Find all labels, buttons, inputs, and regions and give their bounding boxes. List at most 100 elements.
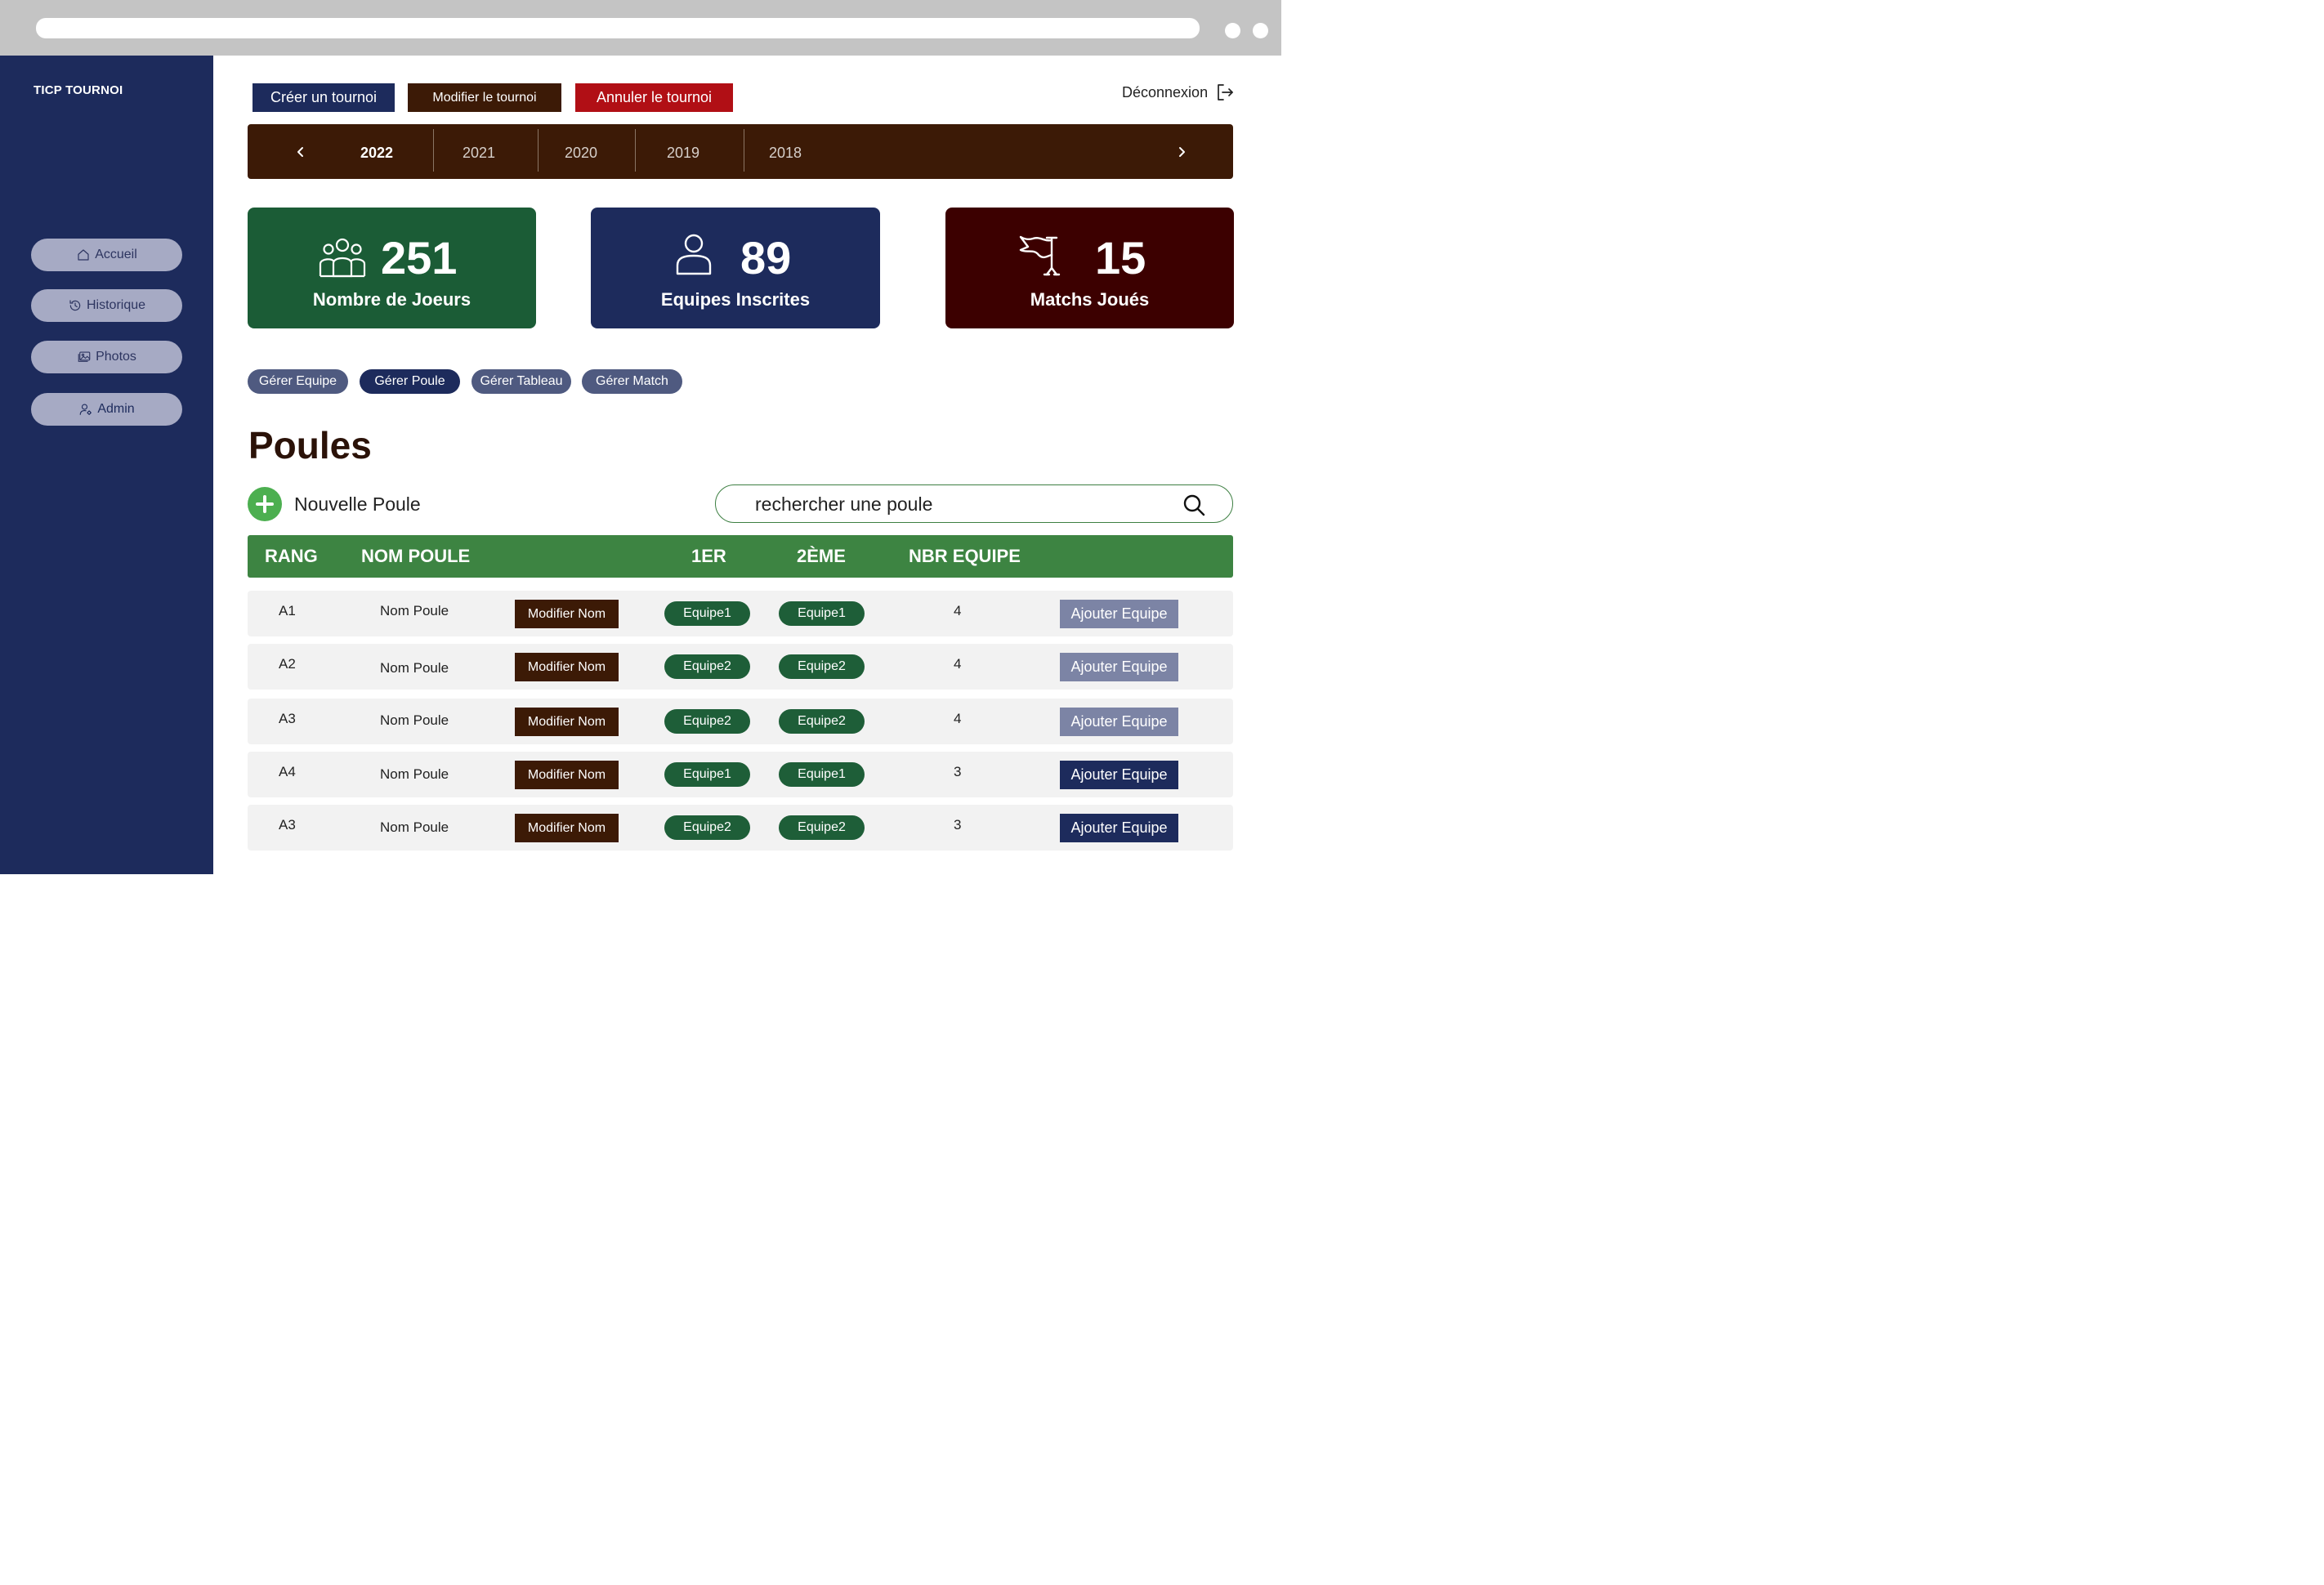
- plus-icon: [248, 487, 282, 521]
- second-team-badge[interactable]: Equipe2: [779, 815, 865, 840]
- first-team-badge[interactable]: Equipe1: [664, 762, 750, 787]
- search-box: [715, 484, 1233, 523]
- column-header-first: 1ER: [691, 546, 726, 566]
- window-dot: [1253, 23, 1268, 38]
- table-row: A4 Nom Poule Modifier Nom Equipe1 Equipe…: [248, 752, 1233, 797]
- cell-name: Nom Poule: [380, 766, 449, 782]
- cell-name: Nom Poule: [380, 660, 449, 676]
- modify-name-button[interactable]: Modifier Nom: [515, 761, 619, 789]
- year-tab-2022[interactable]: 2022: [360, 145, 393, 162]
- stat-card-matches: 15 Matchs Joués: [945, 208, 1234, 328]
- cell-rank: A4: [279, 764, 296, 779]
- logout-button[interactable]: Déconnexion: [1122, 82, 1235, 103]
- first-team-badge[interactable]: Equipe2: [664, 654, 750, 679]
- photos-icon: [78, 351, 91, 362]
- modify-name-button[interactable]: Modifier Nom: [515, 653, 619, 681]
- page-title: Poules: [248, 424, 372, 467]
- logout-icon: [1218, 84, 1233, 100]
- column-header-second: 2ÈME: [797, 546, 846, 566]
- cell-rank: A2: [279, 656, 296, 672]
- chevron-left-icon[interactable]: [293, 144, 309, 160]
- second-team-badge[interactable]: Equipe1: [779, 601, 865, 626]
- edit-tournament-button[interactable]: Modifier le tournoi: [408, 83, 561, 112]
- cell-rank: A1: [279, 603, 296, 618]
- tab-gerer-match[interactable]: Gérer Match: [582, 369, 682, 394]
- cell-team-count: 4: [954, 711, 962, 726]
- year-tab-2020[interactable]: 2020: [565, 145, 597, 162]
- second-team-badge[interactable]: Equipe2: [779, 709, 865, 734]
- sidebar-item-admin[interactable]: Admin: [31, 393, 182, 426]
- window-dot: [1225, 23, 1240, 38]
- stat-card-teams: 89 Equipes Inscrites: [591, 208, 880, 328]
- modify-name-button[interactable]: Modifier Nom: [515, 600, 619, 628]
- sidebar-item-photos[interactable]: Photos: [31, 341, 182, 373]
- sidebar: TICP TOURNOI Accueil Historique Photos A…: [0, 56, 213, 874]
- new-poule-button[interactable]: Nouvelle Poule: [248, 487, 421, 521]
- add-team-button[interactable]: Ajouter Equipe: [1060, 761, 1178, 789]
- logout-label: Déconnexion: [1122, 83, 1209, 100]
- divider: [538, 129, 539, 172]
- cell-name: Nom Poule: [380, 603, 449, 618]
- year-tab-2021[interactable]: 2021: [463, 145, 495, 162]
- cell-team-count: 4: [954, 656, 962, 672]
- table-header: RANG NOM POULE 1ER 2ÈME NBR EQUIPE: [248, 535, 1233, 578]
- first-team-badge[interactable]: Equipe2: [664, 815, 750, 840]
- sidebar-item-historique[interactable]: Historique: [31, 289, 182, 322]
- search-input[interactable]: [755, 492, 1164, 516]
- search-icon[interactable]: [1182, 493, 1205, 516]
- matches-label: Matchs Joués: [1030, 289, 1150, 310]
- modify-name-button[interactable]: Modifier Nom: [515, 708, 619, 736]
- table-row: A2 Nom Poule Modifier Nom Equipe2 Equipe…: [248, 644, 1233, 690]
- first-team-badge[interactable]: Equipe1: [664, 601, 750, 626]
- table-row: A1 Nom Poule Modifier Nom Equipe1 Equipe…: [248, 591, 1233, 636]
- tab-gerer-equipe[interactable]: Gérer Equipe: [248, 369, 348, 394]
- year-tab-2018[interactable]: 2018: [769, 145, 802, 162]
- cell-team-count: 3: [954, 764, 962, 779]
- year-tab-2019[interactable]: 2019: [667, 145, 699, 162]
- year-selector: 2022 2021 2020 2019 2018: [248, 124, 1233, 179]
- stat-card-players: 251 Nombre de Joeurs: [248, 208, 536, 328]
- tab-gerer-poule[interactable]: Gérer Poule: [360, 369, 460, 394]
- sidebar-item-label: Accueil: [95, 248, 137, 261]
- admin-icon: [80, 404, 92, 415]
- matches-count: 15: [1095, 232, 1146, 284]
- cell-team-count: 4: [954, 603, 962, 618]
- cell-name: Nom Poule: [380, 819, 449, 835]
- first-team-badge[interactable]: Equipe2: [664, 709, 750, 734]
- table-row: A3 Nom Poule Modifier Nom Equipe2 Equipe…: [248, 805, 1233, 851]
- teams-label: Equipes Inscrites: [660, 289, 811, 310]
- address-bar[interactable]: [36, 18, 1200, 38]
- history-icon: [69, 300, 81, 311]
- browser-chrome: [0, 0, 1281, 56]
- cell-team-count: 3: [954, 817, 962, 833]
- column-header-name: NOM POULE: [361, 546, 471, 566]
- add-team-button[interactable]: Ajouter Equipe: [1060, 600, 1178, 628]
- second-team-badge[interactable]: Equipe2: [779, 654, 865, 679]
- tab-gerer-tableau[interactable]: Gérer Tableau: [472, 369, 571, 394]
- sidebar-item-label: Historique: [86, 298, 146, 312]
- new-poule-label: Nouvelle Poule: [294, 493, 421, 515]
- column-header-rank: RANG: [265, 546, 318, 566]
- sidebar-item-label: Admin: [97, 402, 135, 416]
- cancel-tournament-button[interactable]: Annuler le tournoi: [575, 83, 733, 112]
- home-icon: [78, 249, 89, 261]
- column-header-count: NBR EQUIPE: [909, 546, 1021, 566]
- brand-title: TICP TOURNOI: [34, 83, 123, 97]
- divider: [635, 129, 636, 172]
- cell-rank: A3: [279, 711, 296, 726]
- second-team-badge[interactable]: Equipe1: [779, 762, 865, 787]
- user-icon: [676, 234, 712, 275]
- add-team-button[interactable]: Ajouter Equipe: [1060, 653, 1178, 681]
- modify-name-button[interactable]: Modifier Nom: [515, 814, 619, 842]
- create-tournament-button[interactable]: Créer un tournoi: [253, 83, 395, 112]
- add-team-button[interactable]: Ajouter Equipe: [1060, 708, 1178, 736]
- sidebar-item-label: Photos: [96, 350, 136, 364]
- sidebar-item-accueil[interactable]: Accueil: [31, 239, 182, 271]
- teams-count: 89: [740, 232, 792, 284]
- add-team-button[interactable]: Ajouter Equipe: [1060, 814, 1178, 842]
- players-icon: [319, 238, 366, 278]
- divider: [433, 129, 434, 172]
- flag-icon: [1019, 235, 1061, 276]
- players-label: Nombre de Joeurs: [312, 289, 472, 310]
- chevron-right-icon[interactable]: [1173, 144, 1190, 160]
